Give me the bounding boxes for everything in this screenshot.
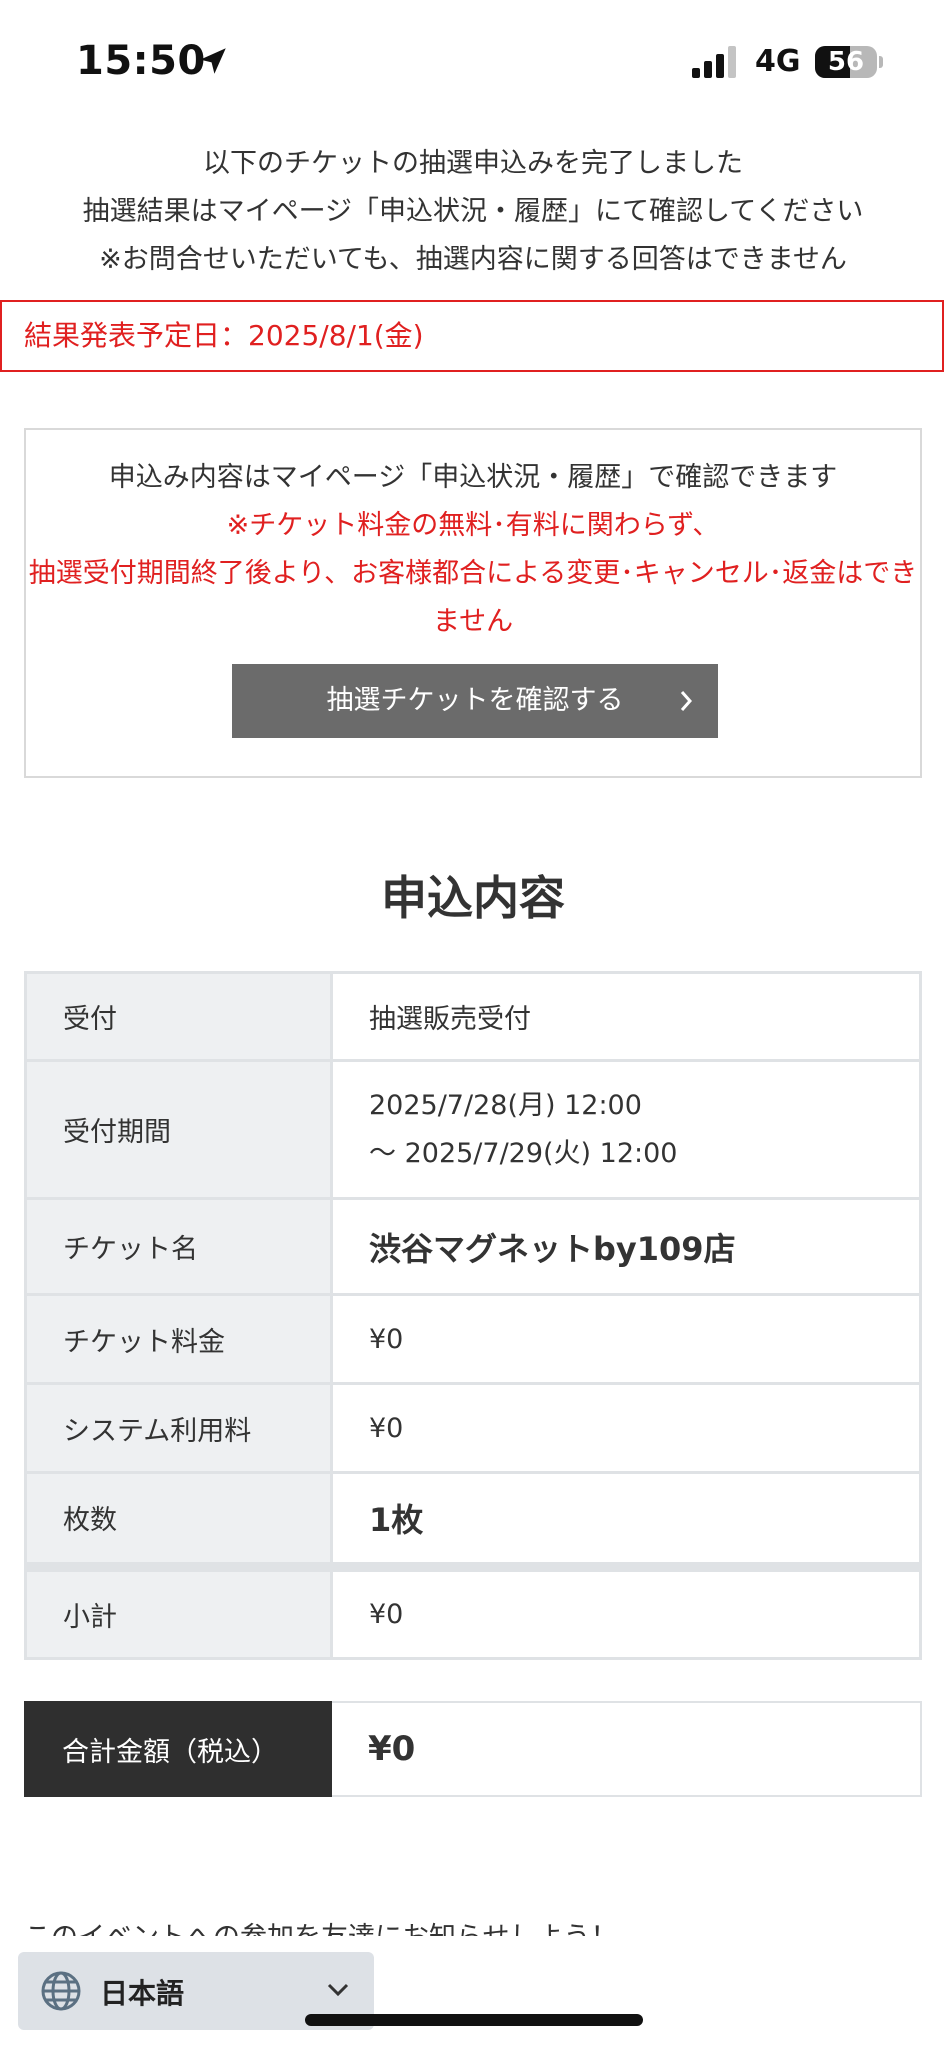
- table-row: 受付 抽選販売受付: [24, 971, 922, 1062]
- ticket-name-value: 渋谷マグネットby109店: [330, 1197, 922, 1296]
- total-value: ¥0: [330, 1701, 922, 1797]
- page-section-title: 申込内容: [381, 871, 565, 925]
- table-row: 枚数 1枚: [24, 1471, 922, 1568]
- table-row: チケット料金 ¥0: [24, 1293, 922, 1385]
- battery-level: 56: [827, 47, 865, 77]
- globe-icon: [41, 1971, 81, 2011]
- period-start: 2025/7/28(月) 12:00: [369, 1089, 642, 1121]
- system-fee-label: システム利用料: [24, 1382, 333, 1474]
- total-label: 合計金額（税込）: [24, 1701, 332, 1797]
- subtotal-value: ¥0: [330, 1561, 922, 1660]
- status-bar: 15:50 4G 56: [0, 0, 946, 110]
- quantity-value: 1枚: [330, 1471, 922, 1568]
- period-label: 受付期間: [24, 1059, 333, 1200]
- completion-message: 以下のチケットの抽選申込みを完了しました 抽選結果はマイページ「申込状況・履歴」…: [0, 140, 946, 284]
- reception-value: 抽選販売受付: [330, 971, 922, 1062]
- table-row: チケット名 渋谷マグネットby109店: [24, 1197, 922, 1296]
- completion-line-3: ※お問合せいただいても、抽選内容に関する回答はできません: [99, 244, 847, 275]
- table-row: 合計金額（税込） ¥0: [24, 1701, 922, 1797]
- period-end: 〜 2025/7/29(火) 12:00: [369, 1137, 678, 1169]
- info-box: 申込み内容はマイページ「申込状況・履歴」で確認できます ※チケット料金の無料･有…: [24, 428, 922, 778]
- status-time: 15:50: [76, 38, 206, 84]
- chevron-down-icon: [327, 1983, 349, 1997]
- share-prompt-text: このイベントへの参加を友達にお知らせしよう！: [24, 1918, 924, 1936]
- info-mypage-note: 申込み内容はマイページ「申込状況・履歴」で確認できます: [108, 462, 838, 493]
- ticket-price-value: ¥0: [330, 1293, 922, 1385]
- completion-line-1: 以下のチケットの抽選申込みを完了しました: [203, 148, 743, 179]
- battery-icon: 56: [815, 46, 877, 78]
- completion-line-2: 抽選結果はマイページ「申込状況・履歴」にて確認してください: [82, 196, 864, 227]
- total-amount-table: 合計金額（税込） ¥0: [24, 1701, 922, 1797]
- network-type: 4G: [755, 44, 801, 79]
- confirm-lottery-ticket-button[interactable]: 抽選チケットを確認する: [232, 664, 718, 738]
- info-warning-1: ※チケット料金の無料･有料に関わらず、: [226, 510, 720, 541]
- language-label: 日本語: [100, 1977, 185, 2010]
- home-indicator: [305, 2014, 643, 2026]
- application-details-table: 受付 抽選販売受付 受付期間 2025/7/28(月) 12:00 〜 2025…: [24, 971, 922, 1660]
- result-announcement-date: 結果発表予定日：2025/8/1(金): [0, 300, 944, 372]
- table-row: 小計 ¥0: [24, 1561, 922, 1660]
- ticket-price-label: チケット料金: [24, 1293, 333, 1385]
- quantity-label: 枚数: [24, 1471, 333, 1568]
- period-value: 2025/7/28(月) 12:00 〜 2025/7/29(火) 12:00: [330, 1059, 922, 1200]
- ticket-name-label: チケット名: [24, 1197, 333, 1296]
- chevron-right-icon: [680, 691, 693, 711]
- battery-cap: [879, 56, 883, 68]
- cellular-signal-icon: [692, 46, 736, 78]
- confirm-button-label: 抽選チケットを確認する: [326, 685, 624, 716]
- reception-label: 受付: [24, 971, 333, 1062]
- info-warning-2: 抽選受付期間終了後より、お客様都合による変更･キャンセル･返金はできません: [28, 558, 918, 637]
- table-row: 受付期間 2025/7/28(月) 12:00 〜 2025/7/29(火) 1…: [24, 1059, 922, 1200]
- location-arrow-icon: [200, 48, 226, 74]
- subtotal-label: 小計: [24, 1561, 333, 1660]
- table-row: システム利用料 ¥0: [24, 1382, 922, 1474]
- system-fee-value: ¥0: [330, 1382, 922, 1474]
